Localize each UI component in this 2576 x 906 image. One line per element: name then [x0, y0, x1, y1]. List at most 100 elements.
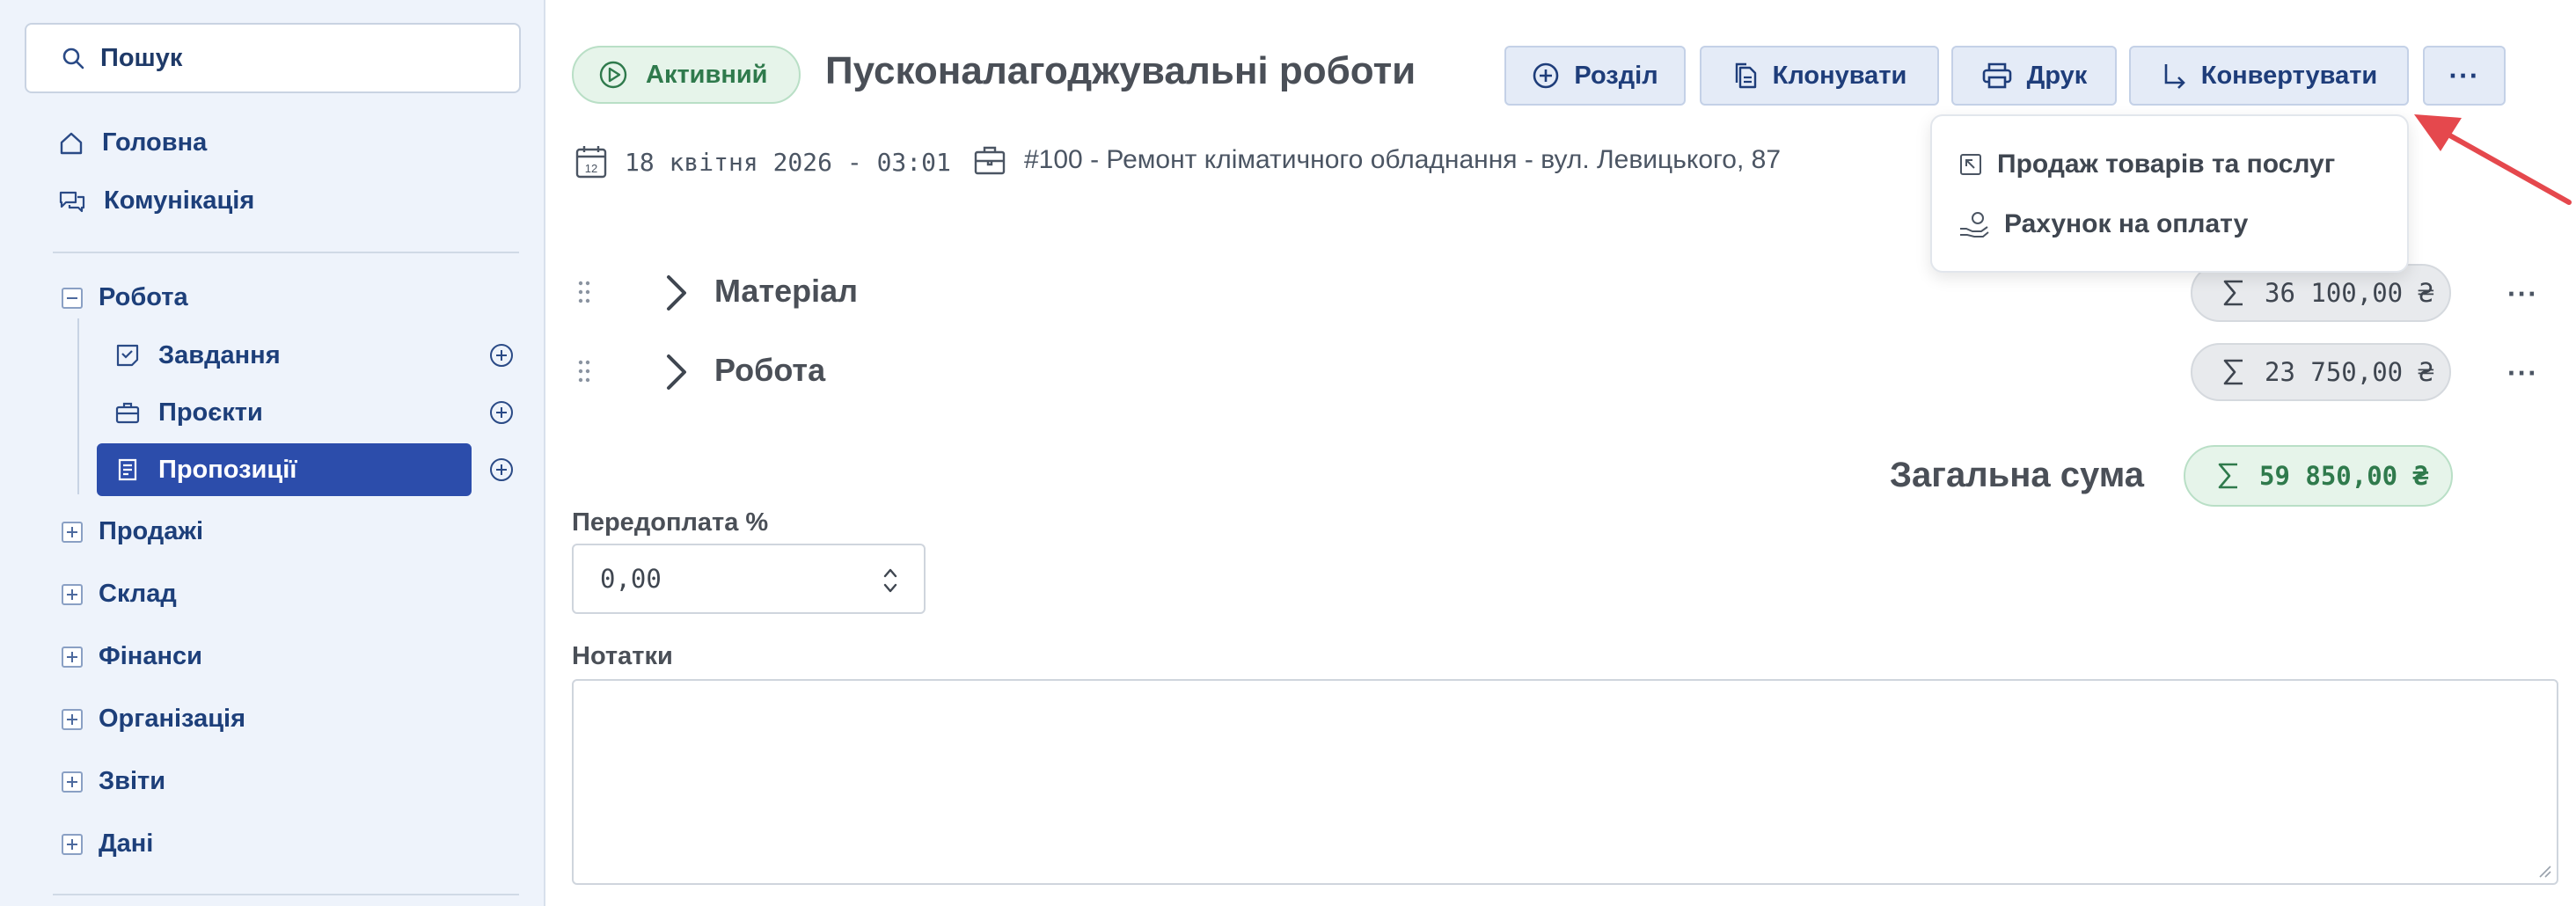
copy-icon — [1732, 62, 1759, 90]
sigma-icon — [2222, 357, 2245, 387]
drag-handle-icon[interactable] — [577, 280, 591, 304]
search-label: Пошук — [100, 43, 183, 72]
convert-button[interactable]: Конвертувати — [2129, 46, 2409, 106]
home-icon — [58, 130, 84, 157]
add-task-icon[interactable] — [489, 343, 514, 368]
sidebar-group-warehouse[interactable]: Склад — [62, 580, 177, 609]
prepayment-input[interactable]: 0,00 — [572, 544, 926, 614]
add-section-button[interactable]: Розділ — [1504, 46, 1686, 106]
section-title[interactable]: Матеріал — [714, 273, 858, 310]
page-title: Пусконалагоджувальні роботи — [825, 49, 1416, 92]
chat-icon — [58, 188, 86, 215]
menu-item-label: Рахунок на оплату — [2004, 209, 2249, 238]
plus-circle-icon — [1532, 62, 1560, 90]
project-text: #100 - Ремонт кліматичного обладнання - … — [1024, 145, 1782, 174]
sidebar-group-reports[interactable]: Звіти — [62, 767, 165, 796]
section-title[interactable]: Робота — [714, 352, 825, 389]
clone-button[interactable]: Клонувати — [1700, 46, 1939, 106]
status-label: Активний — [646, 60, 768, 89]
convert-dropdown-menu: Продаж товарів та послуг Рахунок на опла… — [1930, 114, 2409, 273]
notes-textarea[interactable] — [572, 679, 2558, 885]
button-label: Розділ — [1574, 61, 1658, 90]
sigma-icon — [2217, 461, 2240, 491]
collapse-icon — [62, 287, 83, 309]
sidebar-group-organization[interactable]: Організація — [62, 705, 245, 734]
section-sum: 36 100,00 ₴ — [2265, 278, 2434, 308]
nav-item-home[interactable]: Головна — [58, 128, 207, 157]
section-sum-badge: 23 750,00 ₴ — [2191, 343, 2451, 401]
stepper-icon[interactable] — [882, 565, 899, 596]
total-sum: 59 850,00 ₴ — [2259, 461, 2429, 491]
add-project-icon[interactable] — [489, 400, 514, 425]
group-label: Робота — [99, 283, 188, 311]
sidebar-divider — [53, 252, 519, 253]
sigma-icon — [2222, 278, 2245, 308]
sidebar: Пошук Головна Комунікація Робота Завданн… — [0, 0, 545, 906]
tree-line — [77, 318, 79, 494]
total-label: Загальна сума — [1890, 456, 2145, 494]
search-box[interactable]: Пошук — [25, 23, 521, 93]
expand-icon — [62, 833, 83, 855]
sidebar-item-proposals[interactable]: Пропозиції — [97, 443, 472, 496]
sidebar-item-tasks[interactable]: Завдання — [97, 329, 472, 382]
button-label: Клонувати — [1772, 61, 1907, 90]
sidebar-item-projects[interactable]: Проєкти — [97, 386, 472, 439]
menu-item-sale[interactable]: Продаж товарів та послуг — [1958, 150, 2335, 179]
group-label: Звіти — [99, 767, 166, 795]
search-icon — [62, 47, 84, 69]
section-row: Робота 23 750,00 ₴ ··· — [572, 340, 2560, 401]
section-more-button[interactable]: ··· — [2507, 357, 2538, 390]
drag-handle-icon[interactable] — [577, 359, 591, 384]
expand-icon — [62, 771, 83, 793]
group-label: Організація — [99, 705, 246, 733]
date-text: 18 квітня 2026 - 03:01 — [625, 147, 951, 177]
add-proposal-icon[interactable] — [489, 457, 514, 482]
expand-icon — [62, 646, 83, 668]
group-label: Фінанси — [99, 642, 202, 670]
total-sum-badge: 59 850,00 ₴ — [2184, 445, 2453, 507]
sidebar-item-label: Завдання — [158, 340, 281, 369]
print-button[interactable]: Друк — [1951, 46, 2117, 106]
button-label: Конвертувати — [2200, 61, 2378, 90]
tasks-icon — [114, 342, 141, 369]
status-badge: Активний — [572, 46, 801, 104]
resize-handle-icon[interactable] — [2537, 864, 2551, 878]
sidebar-group-data[interactable]: Дані — [62, 829, 153, 859]
prepayment-label: Передоплата % — [572, 508, 769, 537]
sidebar-group-finance[interactable]: Фінанси — [62, 642, 202, 671]
invoice-hand-icon — [1958, 211, 1990, 237]
annotation-arrow — [2414, 114, 2572, 205]
briefcase-icon — [114, 399, 141, 426]
group-label: Склад — [99, 580, 177, 608]
briefcase-icon — [973, 144, 1006, 176]
group-label: Продажі — [99, 517, 204, 545]
more-actions-button[interactable]: ··· — [2423, 46, 2506, 106]
turn-right-arrow-icon — [2161, 62, 2187, 90]
sale-icon — [1958, 152, 1983, 177]
sidebar-group-work[interactable]: Робота — [62, 283, 188, 312]
sidebar-item-label: Пропозиції — [158, 455, 297, 484]
prepayment-value: 0,00 — [600, 564, 662, 594]
sidebar-group-sales[interactable]: Продажі — [62, 517, 203, 546]
printer-icon — [1981, 62, 2013, 90]
nav-item-label: Комунікація — [104, 186, 255, 215]
expand-icon — [62, 521, 83, 543]
section-more-button[interactable]: ··· — [2507, 278, 2538, 311]
calendar-icon: 12 — [575, 144, 607, 179]
section-sum: 23 750,00 ₴ — [2265, 357, 2434, 387]
expand-icon — [62, 708, 83, 730]
sidebar-divider — [53, 894, 519, 895]
nav-item-communication[interactable]: Комунікація — [58, 186, 254, 216]
chevron-right-icon[interactable] — [660, 273, 692, 313]
group-label: Дані — [99, 829, 154, 858]
nav-item-label: Головна — [102, 128, 208, 157]
menu-item-label: Продаж товарів та послуг — [1997, 150, 2336, 179]
expand-icon — [62, 583, 83, 605]
svg-text:12: 12 — [585, 162, 597, 175]
button-label: Друк — [2026, 61, 2088, 90]
menu-item-invoice[interactable]: Рахунок на оплату — [1958, 209, 2248, 239]
project-info[interactable]: #100 - Ремонт кліматичного обладнання - … — [973, 144, 1781, 176]
chevron-right-icon[interactable] — [660, 352, 692, 392]
play-icon — [598, 60, 628, 90]
notes-label: Нотатки — [572, 642, 673, 670]
